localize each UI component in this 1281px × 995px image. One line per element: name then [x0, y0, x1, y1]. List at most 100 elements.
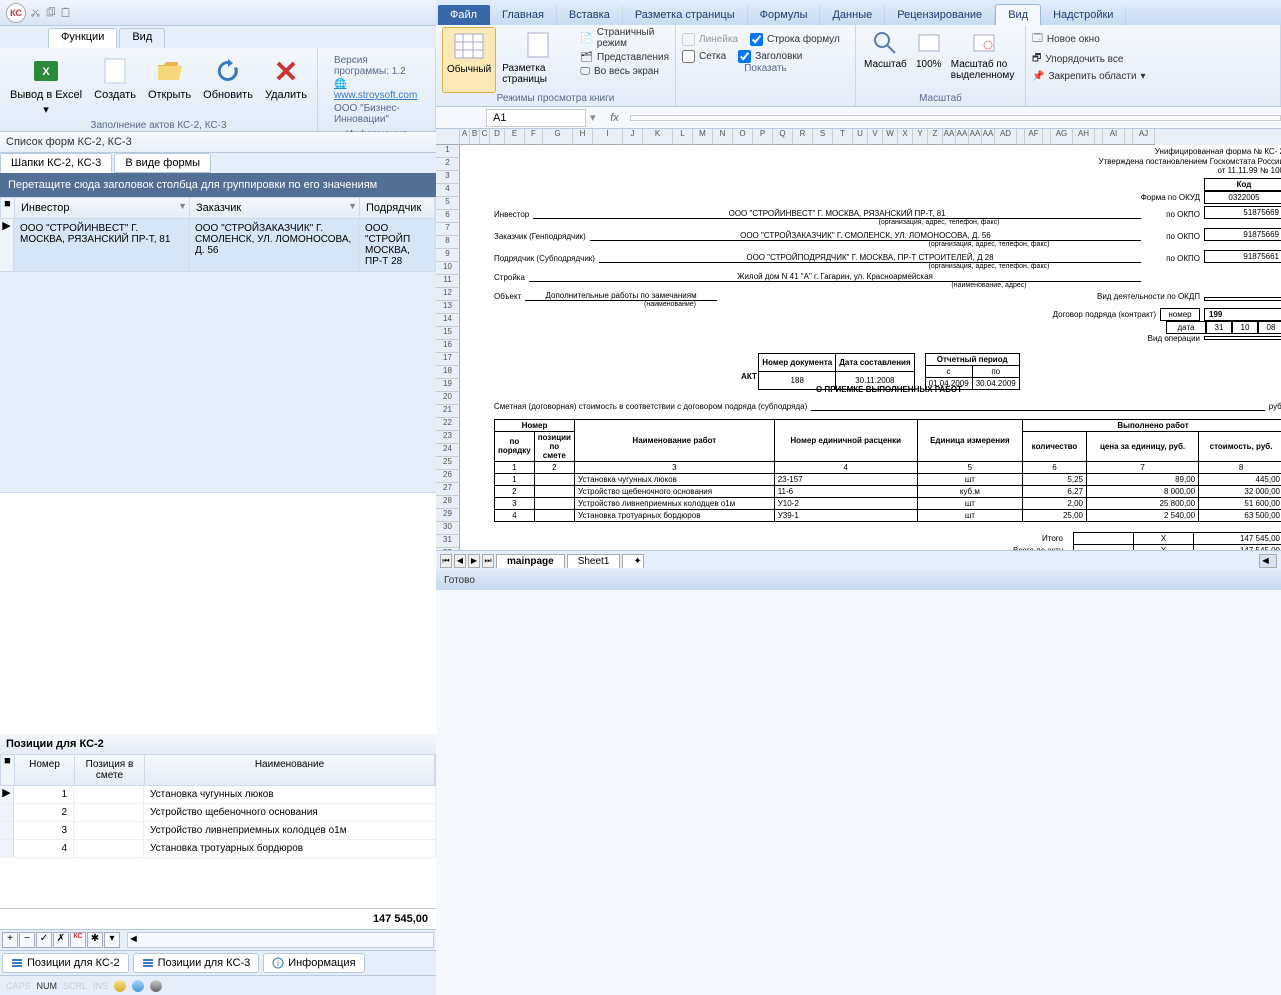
sheet-nav-last[interactable]: ⏭	[482, 554, 494, 568]
column-header[interactable]	[1095, 129, 1103, 145]
remove-button[interactable]: −	[19, 932, 35, 948]
bottomtab-ks3[interactable]: Позиции для КС-3	[133, 953, 260, 973]
subtab-inform[interactable]: В виде формы	[114, 153, 211, 173]
sheet-grid[interactable]: Унифицированная форма № КС- 2 Утверждена…	[460, 145, 1281, 550]
pagebreak-button[interactable]: 📄 Страничный режим	[580, 27, 669, 49]
column-header[interactable]: Z	[928, 129, 943, 145]
table-row[interactable]: ▶ ООО "СТРОЙИНВЕСТ" Г. МОСКВА, РЯЗАНСКИЙ…	[0, 219, 436, 272]
row-header[interactable]: 25	[436, 457, 460, 470]
star-button[interactable]: ✱	[87, 932, 103, 948]
column-header[interactable]: W	[883, 129, 898, 145]
more-button[interactable]: ▾	[104, 932, 120, 948]
tab-file[interactable]: Файл	[438, 5, 490, 25]
col-customer[interactable]: Заказчик▼	[190, 198, 360, 218]
tab-review[interactable]: Рецензирование	[885, 5, 995, 25]
open-button[interactable]: Открыть	[144, 51, 195, 120]
bottomtab-ks2[interactable]: Позиции для КС-2	[2, 953, 129, 973]
column-header[interactable]: C	[480, 129, 490, 145]
column-header[interactable]: F	[525, 129, 543, 145]
sheet-nav-prev[interactable]: ◀	[454, 554, 466, 568]
column-header[interactable]	[1043, 129, 1051, 145]
tab-functions[interactable]: Функции	[48, 28, 117, 48]
headings-checkbox[interactable]: Заголовки	[738, 50, 802, 63]
column-header[interactable]: O	[733, 129, 753, 145]
row-header[interactable]: 1	[436, 145, 460, 158]
subtab-shapki[interactable]: Шапки КС-2, КС-3	[0, 153, 112, 173]
column-header[interactable]: AH	[1073, 129, 1095, 145]
normal-view-button[interactable]: Обычный	[442, 27, 496, 93]
column-header[interactable]: A	[460, 129, 470, 145]
gridlines-checkbox[interactable]: Сетка	[682, 50, 726, 63]
freeze-button[interactable]: 📌 Закрепить области ▾	[1032, 71, 1274, 82]
column-header[interactable]: I	[593, 129, 623, 145]
pos-col-posest[interactable]: Позиция в смете	[75, 755, 145, 785]
sheet-nav-first[interactable]: ⏮	[440, 554, 452, 568]
paste-icon[interactable]	[60, 7, 71, 18]
row-header[interactable]: 10	[436, 262, 460, 275]
filter-icon[interactable]: ▼	[178, 201, 187, 211]
fullscreen-button[interactable]: 🖵 Во весь экран	[580, 66, 669, 77]
row-header[interactable]: 15	[436, 327, 460, 340]
row-header[interactable]: 13	[436, 301, 460, 314]
column-header[interactable]: AA	[956, 129, 969, 145]
column-header[interactable]: L	[673, 129, 693, 145]
delete-button[interactable]: Удалить	[261, 51, 311, 120]
scrollbar[interactable]: ◄	[127, 932, 434, 948]
column-header[interactable]: AI	[1103, 129, 1125, 145]
column-header[interactable]: H	[573, 129, 593, 145]
filter-icon[interactable]: ▼	[348, 201, 357, 211]
col-investor[interactable]: Инвестор▼	[15, 198, 190, 218]
formulabar-checkbox[interactable]: Строка формул	[750, 33, 840, 46]
arrange-button[interactable]: 🗗 Упорядочить все	[1032, 51, 1274, 68]
column-header[interactable]: AD	[995, 129, 1017, 145]
column-header[interactable]: M	[693, 129, 713, 145]
bottomtab-info[interactable]: iИнформация	[263, 953, 364, 973]
column-header[interactable]: Y	[913, 129, 928, 145]
column-header[interactable]: D	[490, 129, 505, 145]
tab-pagelayout[interactable]: Разметка страницы	[623, 5, 748, 25]
column-header[interactable]: R	[793, 129, 813, 145]
new-window-button[interactable]: 🗔 Новое окно	[1032, 31, 1274, 48]
cancel-button[interactable]: ✗	[53, 932, 69, 948]
export-excel-button[interactable]: X Вывод в Excel ▾	[6, 51, 86, 120]
row-selector-header[interactable]: ■	[1, 755, 15, 785]
row-header[interactable]: 26	[436, 470, 460, 483]
column-header[interactable]: AG	[1051, 129, 1073, 145]
row-header[interactable]: 11	[436, 275, 460, 288]
confirm-button[interactable]: ✓	[36, 932, 52, 948]
tab-data[interactable]: Данные	[820, 5, 885, 25]
column-header[interactable]: V	[868, 129, 883, 145]
scissors-icon[interactable]	[30, 7, 41, 18]
copy-icon[interactable]	[45, 7, 56, 18]
column-header[interactable]: B	[470, 129, 480, 145]
tab-home[interactable]: Главная	[490, 5, 557, 25]
column-header[interactable]: E	[505, 129, 525, 145]
page-layout-button[interactable]: Разметка страницы	[500, 27, 576, 93]
row-selector[interactable]: ▶	[0, 219, 14, 271]
row-header[interactable]: 28	[436, 496, 460, 509]
tab-view[interactable]: Вид	[995, 4, 1041, 25]
column-header[interactable]: AF	[1025, 129, 1043, 145]
add-button[interactable]: +	[2, 932, 18, 948]
column-header[interactable]: AJ	[1133, 129, 1155, 145]
formula-input[interactable]	[630, 115, 1281, 121]
column-header[interactable]: X	[898, 129, 913, 145]
row-header[interactable]: 12	[436, 288, 460, 301]
row-header[interactable]: 27	[436, 483, 460, 496]
row-header[interactable]: 21	[436, 405, 460, 418]
list-item[interactable]: 3Устройство ливнеприемных колодцев о1м	[0, 822, 436, 840]
row-header[interactable]: 5	[436, 197, 460, 210]
sheet-mainpage[interactable]: mainpage	[496, 554, 565, 568]
list-item[interactable]: 2Устройство щебеночного основания	[0, 804, 436, 822]
col-contractor[interactable]: Подрядчик	[360, 198, 435, 218]
column-header[interactable]: AA	[969, 129, 982, 145]
row-header[interactable]: 30	[436, 522, 460, 535]
row-header[interactable]: 29	[436, 509, 460, 522]
column-header[interactable]: AA	[943, 129, 956, 145]
ruler-checkbox[interactable]: Линейка	[682, 33, 738, 46]
ks-button[interactable]: КС	[70, 932, 86, 948]
name-box[interactable]: A1	[486, 109, 586, 127]
custom-views-button[interactable]: 🗂 Представления	[580, 52, 669, 63]
row-header[interactable]: 23	[436, 431, 460, 444]
row-header[interactable]: 14	[436, 314, 460, 327]
